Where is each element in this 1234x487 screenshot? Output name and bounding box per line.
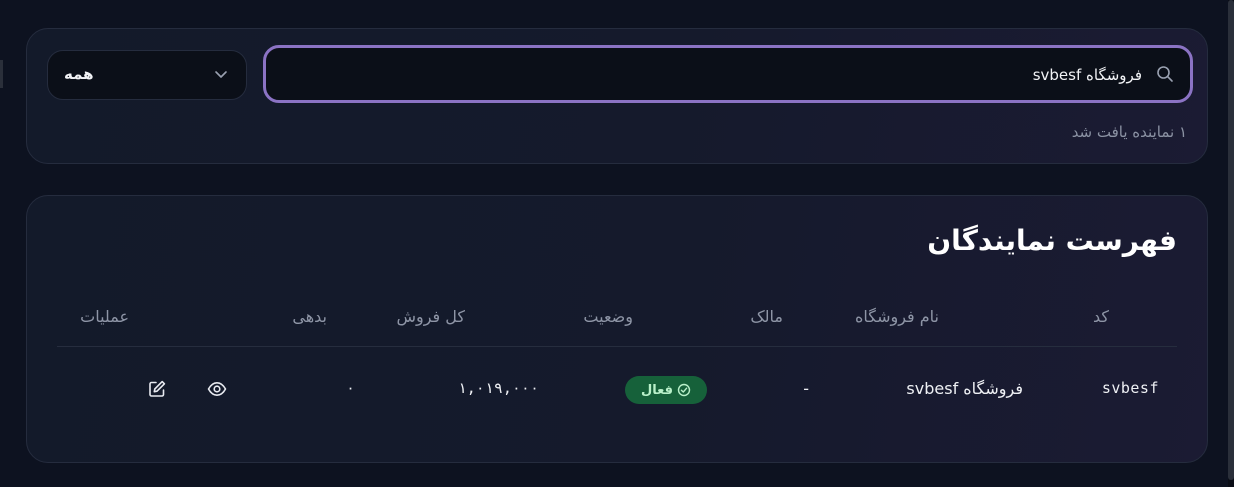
- row-total-sales: ۱,۰۱۹,۰۰۰: [457, 379, 539, 397]
- search-panel: همه ۱ نماینده یافت شد: [26, 28, 1208, 164]
- column-header-status: وضعیت: [583, 307, 633, 326]
- status-filter-value: همه: [64, 65, 94, 83]
- column-header-total-sales: کل فروش: [396, 307, 465, 326]
- column-header-owner: مالک: [750, 307, 783, 326]
- edit-icon: [149, 380, 166, 397]
- eye-icon: [207, 382, 227, 396]
- status-badge: فعال: [625, 376, 707, 404]
- row-debt: ۰: [345, 379, 355, 397]
- side-edge-handle: [0, 60, 3, 88]
- view-button[interactable]: [204, 376, 230, 402]
- scrollbar-thumb[interactable]: [1228, 0, 1234, 480]
- column-header-debt: بدهی: [292, 307, 327, 326]
- page-title: فهرست نمایندگان: [927, 224, 1177, 257]
- status-filter-select[interactable]: همه: [47, 50, 247, 100]
- status-label: فعال: [641, 382, 674, 398]
- column-header-code: کد: [1092, 307, 1109, 326]
- search-box: [263, 45, 1193, 103]
- check-circle-icon: [677, 383, 691, 397]
- column-header-store-name: نام فروشگاه: [854, 307, 939, 326]
- edit-button[interactable]: [144, 376, 170, 402]
- row-store-name: فروشگاه svbesf: [906, 379, 1023, 398]
- column-header-actions: عملیات: [80, 307, 129, 326]
- representatives-panel: فهرست نمایندگان کد نام فروشگاه مالک وضعی…: [26, 195, 1208, 463]
- row-code: svbesf: [1101, 379, 1159, 397]
- search-input[interactable]: [284, 48, 1144, 102]
- table-divider: [57, 346, 1177, 347]
- chevron-down-icon: [215, 71, 227, 78]
- row-owner: -: [803, 379, 809, 398]
- result-count: ۱ نماینده یافت شد: [1071, 123, 1187, 141]
- search-icon: [1157, 66, 1173, 82]
